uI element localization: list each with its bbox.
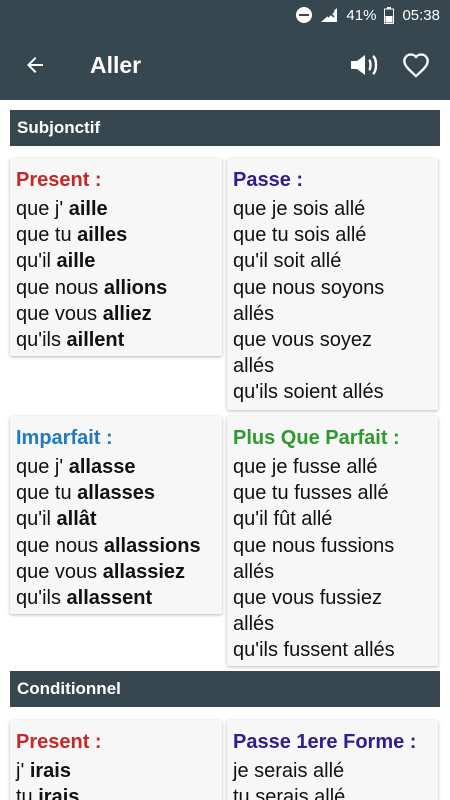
battery-icon <box>384 6 395 24</box>
conjugation-line: que je sois allé <box>233 198 366 220</box>
conjugation-line: je serais allé <box>233 760 345 782</box>
conjugation-line: que je fusse allé <box>233 456 378 478</box>
conjugation-line: qu'ils aillent <box>16 329 125 352</box>
conjugation-line: que tu ailles <box>16 224 128 247</box>
conjugation-line: que nous allassions <box>16 534 201 557</box>
conjugation-line: tu irais <box>16 786 80 800</box>
conjugation-line: qu'ils soient allés <box>233 381 384 404</box>
conjugation-line: que tu allasses <box>16 482 156 505</box>
tense-title: Present : <box>16 169 102 191</box>
section-header-conditionnel: Conditionnel <box>10 671 440 707</box>
tense-title: Passe 1ere Forme : <box>233 731 417 753</box>
conjugation-line: qu'il soit allé <box>233 250 342 273</box>
conjugation-line: qu'ils fussent allés <box>233 639 395 662</box>
conjugation-line: que tu fusses allé <box>233 482 389 505</box>
tense-title: Present : <box>16 731 102 753</box>
status-bar: 41% 05:38 <box>0 0 450 30</box>
tense-card-subjonctif-imparfait: Imparfait : que j' allasse que tu allass… <box>10 416 222 614</box>
conjugation-line: que vous alliez <box>16 302 152 325</box>
conjugation-line: tu serais allé <box>233 786 346 800</box>
tense-card-conditionnel-passe-1ere-forme: Passe 1ere Forme : je serais allé tu ser… <box>227 720 438 800</box>
tense-card-subjonctif-plus-que-parfait: Plus Que Parfait : que je fusse allé que… <box>227 416 438 666</box>
tense-title: Imparfait : <box>16 427 113 449</box>
heart-outline-icon <box>403 53 429 78</box>
back-button[interactable] <box>0 30 70 100</box>
conjugation-line: que vous allassiez <box>16 560 186 583</box>
conjugation-line: qu'il allât <box>16 508 97 531</box>
conjugation-line: qu'ils allassent <box>16 587 153 610</box>
app-bar: Aller <box>0 30 450 100</box>
battery-percent: 41% <box>346 6 377 24</box>
conjugation-line: que tu sois allé <box>233 224 367 247</box>
favorite-button[interactable] <box>390 30 442 100</box>
conjugation-line: que nous allions <box>16 276 168 299</box>
tense-card-subjonctif-passe: Passe : que je sois allé que tu sois all… <box>227 158 438 410</box>
tense-title: Passe : <box>233 169 304 191</box>
conjugation-line: allés <box>233 302 275 325</box>
conjugation-line: que nous fussions <box>233 534 395 557</box>
page-title: Aller <box>90 51 142 78</box>
tense-title: Plus Que Parfait : <box>233 427 400 449</box>
conjugation-line: que j' allasse <box>16 456 136 478</box>
conjugation-line: que vous soyez <box>233 329 372 352</box>
section-header-subjonctif: Subjonctif <box>10 110 440 146</box>
clock: 05:38 <box>402 6 440 24</box>
conjugation-line: allés <box>233 355 275 378</box>
conjugation-line: allés <box>233 613 275 636</box>
arrow-left-icon <box>27 57 43 73</box>
conjugation-line: qu'il fût allé <box>233 508 333 531</box>
conjugation-line: qu'il aille <box>16 250 96 273</box>
tense-card-conditionnel-present: Present : j' irais tu irais <box>10 720 222 800</box>
speaker-icon <box>351 55 378 75</box>
speak-button[interactable] <box>338 30 390 100</box>
conjugation-line: que j' aille <box>16 198 108 220</box>
tense-card-subjonctif-present: Present : que j' aille que tu ailles qu'… <box>10 158 222 356</box>
conjugation-line: que vous fussiez <box>233 587 382 610</box>
conjugation-line: allés <box>233 560 275 583</box>
do-not-disturb-icon <box>296 7 313 23</box>
signal-icon <box>320 7 338 23</box>
conjugation-line: j' irais <box>16 760 71 782</box>
conjugation-content[interactable]: Subjonctif Present : que j' aille que tu… <box>0 100 450 800</box>
conjugation-line: que nous soyons <box>233 276 385 299</box>
